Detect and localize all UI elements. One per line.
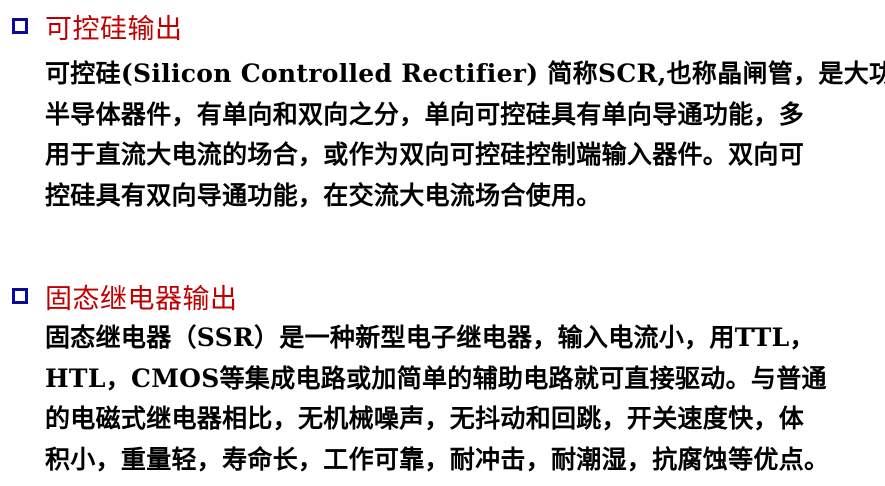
paragraph-line: 的电磁式继电器相比，无机械噪声，无抖动和回跳，开关速度快，体 bbox=[45, 404, 805, 433]
paragraph-line: HTL，CMOS等集成电路或加简单的辅助电路就可直接驱动。与普通 bbox=[45, 363, 827, 393]
section-heading: 可控硅输出 bbox=[0, 4, 885, 45]
paragraph-line: 积小，重量轻，寿命长，工作可靠，耐冲击，耐潮湿，抗腐蚀等优点。 bbox=[45, 444, 830, 474]
paragraph-line: 半导体器件，有单向和双向之分，单向可控硅具有单向导通功能，多 bbox=[45, 99, 805, 129]
paragraph-ssr: 固态继电器（SSR）是一种新型电子继电器，输入电流小，用TTL， HTL，CMO… bbox=[45, 318, 885, 480]
section-ssr-output: 固态继电器输出 固态继电器（SSR）是一种新型电子继电器，输入电流小，用TTL，… bbox=[0, 274, 885, 474]
paragraph-scr: 可控硅(Silicon Controlled Rectifier) 简称SCR,… bbox=[45, 54, 885, 216]
heading-text-ssr: 固态继电器输出 bbox=[45, 284, 238, 315]
section-scr-output: 可控硅输出 可控硅(Silicon Controlled Rectifier) … bbox=[0, 4, 885, 210]
paragraph-line: 用于直流大电流的场合，或作为双向可控硅控制端输入器件。双向可 bbox=[45, 140, 805, 169]
heading-text-scr: 可控硅输出 bbox=[45, 14, 183, 45]
section-heading: 固态继电器输出 bbox=[0, 274, 885, 315]
paragraph-line: 可控硅(Silicon Controlled Rectifier) 简称SCR,… bbox=[45, 59, 885, 88]
paragraph-line: 控硅具有双向导通功能，在交流大电流场合使用。 bbox=[45, 180, 602, 210]
hollow-square-bullet-icon bbox=[12, 18, 28, 34]
paragraph-line: 固态继电器（SSR）是一种新型电子继电器，输入电流小，用TTL， bbox=[45, 323, 815, 352]
hollow-square-bullet-icon bbox=[12, 288, 28, 304]
